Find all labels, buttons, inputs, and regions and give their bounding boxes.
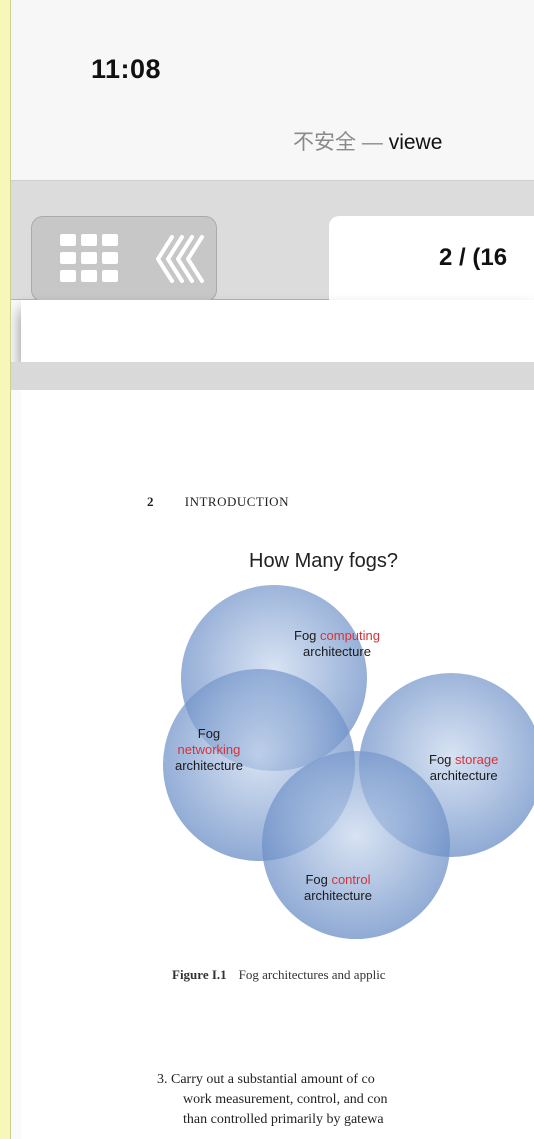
previous-page-bottom: [21, 300, 534, 362]
circle-control: [262, 751, 450, 939]
security-label: 不安全 —: [293, 131, 383, 154]
running-head: 2 INTRODUCTION: [147, 494, 289, 510]
page-indicator: 2 / (16: [439, 244, 508, 271]
body-line: than controlled primarily by gatewa: [183, 1112, 384, 1127]
label-storage: Fog storage architecture: [429, 752, 499, 783]
label-computing: Fog computing architecture: [294, 628, 380, 659]
page-gap: [11, 362, 534, 390]
body-paragraph: 3. Carry out a substantial amount of co …: [157, 1070, 534, 1130]
rewind-chevrons-icon[interactable]: [150, 231, 206, 287]
figure-caption: Figure I.1 Fog architectures and applic: [172, 967, 386, 983]
body-line: 3. Carry out a substantial amount of co: [157, 1072, 375, 1087]
status-bar: 11:08: [11, 0, 534, 110]
browser-frame: 11:08 不安全 — viewe 2 / (16 2 INTRODUCTION…: [10, 0, 534, 1139]
address-bar[interactable]: 不安全 — viewe: [11, 110, 534, 181]
thumbnail-grid-icon[interactable]: [60, 234, 120, 282]
caption-label: Figure I.1: [172, 967, 227, 982]
label-control: Fog control architecture: [304, 872, 372, 903]
figure-title: How Many fogs?: [249, 550, 398, 572]
status-time: 11:08: [91, 54, 162, 84]
body-line: work measurement, control, and con: [183, 1092, 388, 1107]
url-host: viewe: [388, 131, 443, 154]
view-button-group: [31, 216, 217, 302]
label-networking: Fog networking architecture: [175, 726, 243, 773]
section-title: INTRODUCTION: [184, 494, 289, 509]
page-number: 2: [147, 494, 154, 509]
caption-text: Fog architectures and applic: [238, 967, 386, 982]
viewer-toolbar: 2 / (16: [11, 181, 534, 316]
url-display[interactable]: 不安全 — viewe: [293, 126, 442, 156]
